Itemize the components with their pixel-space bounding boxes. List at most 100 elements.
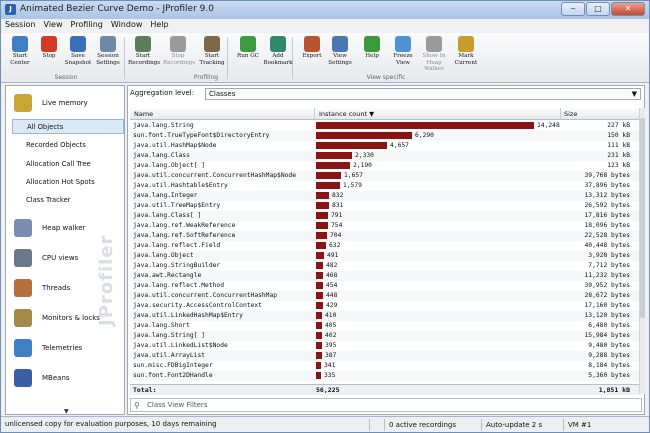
size-cell: 11,232 bytes bbox=[584, 272, 631, 279]
column-header-name[interactable]: Name bbox=[134, 110, 153, 118]
instance-count-cell: 468 bbox=[326, 272, 338, 279]
menu-profiling[interactable]: Profiling bbox=[67, 19, 107, 29]
vm-status: VM #1 bbox=[563, 419, 603, 431]
scrollbar-thumb[interactable] bbox=[640, 118, 645, 318]
stop-recordings-button[interactable]: Stop Recordings bbox=[163, 35, 196, 73]
table-row[interactable]: sun.font.TrueTypeFont$DirectoryEntry 6,29… bbox=[130, 131, 640, 141]
export-button[interactable]: Export bbox=[297, 35, 327, 73]
sidebar-item-allocation-hot-spots[interactable]: Allocation Hot Spots bbox=[12, 175, 124, 190]
table-row[interactable]: java.lang.reflect.Method 454 39,952 bytes bbox=[130, 281, 640, 291]
license-message: unlicensed copy for evaluation purposes,… bbox=[5, 420, 217, 428]
mark-current-icon bbox=[458, 36, 474, 52]
save-button[interactable]: Save Snapshot bbox=[63, 35, 93, 73]
table-row[interactable]: java.lang.ref.WeakReference 754 18,096 byt… bbox=[130, 221, 640, 231]
sidebar-section-cpu-views[interactable]: CPU views bbox=[6, 244, 124, 272]
table-row[interactable]: java.util.concurrent.ConcurrentHashMap 44… bbox=[130, 291, 640, 301]
sidebar-section-label: Threads bbox=[42, 284, 71, 292]
menu-help[interactable]: Help bbox=[146, 19, 172, 29]
instance-count-bar bbox=[316, 122, 534, 129]
table-row[interactable]: java.util.concurrent.ConcurrentHashMap$N… bbox=[130, 171, 640, 181]
table-row[interactable]: java.lang.String 14,248 227 kB bbox=[130, 121, 640, 131]
start-recordings-button[interactable]: Start Recordings bbox=[128, 35, 160, 73]
table-row[interactable]: java.util.ArrayList 387 9,288 bytes bbox=[130, 351, 640, 361]
add-bookmark-button[interactable]: Add Bookmark bbox=[263, 35, 293, 73]
start-tracking-button[interactable]: Start Tracking bbox=[197, 35, 227, 73]
session-settings-button[interactable]: Session Settings bbox=[93, 35, 123, 73]
table-row[interactable]: java.lang.Object 491 3,928 bytes bbox=[130, 251, 640, 261]
threads-icon bbox=[14, 279, 32, 297]
auto-update-status[interactable]: Auto-update 2 s bbox=[481, 419, 559, 431]
table-row[interactable]: java.awt.Rectangle 468 11,232 bytes bbox=[130, 271, 640, 281]
view-settings-button[interactable]: View Settings bbox=[325, 35, 355, 73]
table-row[interactable]: java.security.AccessControlContext 429 17,… bbox=[130, 301, 640, 311]
column-header-instance-count[interactable]: Instance count ▼ bbox=[319, 110, 374, 118]
table-row[interactable]: java.lang.reflect.Field 632 40,448 bytes bbox=[130, 241, 640, 251]
sidebar-item-recorded-objects[interactable]: Recorded Objects bbox=[12, 138, 124, 153]
sidebar-section-threads[interactable]: Threads bbox=[6, 274, 124, 302]
close-button[interactable]: ✕ bbox=[611, 2, 645, 16]
start-tracking-icon bbox=[204, 36, 220, 52]
table-scrollbar[interactable] bbox=[639, 108, 645, 394]
menu-session[interactable]: Session bbox=[1, 19, 40, 29]
size-cell: 26,592 bytes bbox=[584, 202, 631, 209]
table-row[interactable]: java.util.TreeMap$Entry 831 26,592 bytes bbox=[130, 201, 640, 211]
mark-current-button[interactable]: Mark Current bbox=[451, 35, 481, 73]
start-recordings-icon bbox=[135, 36, 151, 52]
instance-count-bar bbox=[316, 172, 341, 179]
sidebar-section-mbeans[interactable]: MBeans bbox=[6, 364, 124, 392]
total-size: 1,851 kB bbox=[598, 386, 630, 394]
table-row[interactable]: java.lang.Class 2,330 231 kB bbox=[130, 151, 640, 161]
start-center-icon bbox=[12, 36, 28, 52]
instance-count-bar bbox=[316, 132, 412, 139]
table-row[interactable]: java.lang.ref.SoftReference 704 22,528 byt… bbox=[130, 231, 640, 241]
column-divider[interactable] bbox=[314, 108, 315, 120]
table-row[interactable]: java.util.Hashtable$Entry 1,579 37,896 byt… bbox=[130, 181, 640, 191]
sidebar-section-telemetries[interactable]: Telemetries bbox=[6, 334, 124, 362]
start-center-button[interactable]: Start Center bbox=[5, 35, 35, 73]
toolbar-button-label: Start Tracking bbox=[199, 53, 225, 66]
table-row[interactable]: java.lang.StringBuilder 482 7,712 bytes bbox=[130, 261, 640, 271]
instance-count-cell: 6,290 bbox=[415, 132, 434, 139]
minimize-button[interactable]: ‒ bbox=[561, 2, 585, 16]
table-row[interactable]: sun.font.Font2DHandle 335 5,360 bytes bbox=[130, 371, 640, 381]
size-cell: 231 kB bbox=[607, 152, 630, 159]
menu-view[interactable]: View bbox=[40, 19, 67, 29]
stop-button[interactable]: Stop bbox=[34, 35, 64, 73]
sidebar-scroll-down-icon[interactable]: ▼ bbox=[64, 408, 69, 414]
sidebar-item-all-objects[interactable]: All Objects bbox=[12, 119, 124, 134]
sidebar-item-class-tracker[interactable]: Class Tracker bbox=[12, 193, 124, 208]
table-row[interactable]: java.lang.Class[ ] 791 17,816 bytes bbox=[130, 211, 640, 221]
view-settings-icon bbox=[332, 36, 348, 52]
help-button[interactable]: Help bbox=[357, 35, 387, 73]
sidebar-section-monitors-locks[interactable]: Monitors & locks bbox=[6, 304, 124, 332]
table-row[interactable]: java.lang.Integer 832 13,312 bytes bbox=[130, 191, 640, 201]
table-row[interactable]: java.lang.Object[ ] 2,190 123 kB bbox=[130, 161, 640, 171]
class-name-cell: java.util.ArrayList bbox=[133, 352, 206, 359]
sidebar-item-allocation-call-tree[interactable]: Allocation Call Tree bbox=[12, 157, 124, 172]
size-cell: 39,952 bytes bbox=[584, 282, 631, 289]
column-header-size[interactable]: Size bbox=[564, 110, 577, 118]
aggregation-level-select[interactable]: Classes ▼ bbox=[205, 88, 641, 100]
table-row[interactable]: java.lang.Short 405 6,480 bytes bbox=[130, 321, 640, 331]
sidebar-section-label: CPU views bbox=[42, 254, 79, 262]
table-row[interactable]: sun.misc.FDBigInteger 341 8,184 bytes bbox=[130, 361, 640, 371]
freeze-view-button[interactable]: Freeze View bbox=[388, 35, 418, 73]
class-name-cell: java.lang.StringBuilder bbox=[133, 262, 221, 269]
table-row[interactable]: java.util.LinkedList$Node 395 9,480 bytes bbox=[130, 341, 640, 351]
table-row[interactable]: java.lang.String[ ] 402 15,984 bytes bbox=[130, 331, 640, 341]
instance-count-bar bbox=[316, 362, 321, 369]
table-row[interactable]: java.util.HashMap$Node 4,657 111 kB bbox=[130, 141, 640, 151]
menu-window[interactable]: Window bbox=[107, 19, 147, 29]
class-view-filter-input[interactable]: ⚲ Class View Filters bbox=[130, 398, 642, 412]
run-gc-button[interactable]: Run GC bbox=[233, 35, 263, 73]
size-cell: 227 kB bbox=[607, 122, 630, 129]
table-row[interactable]: java.util.LinkedHashMap$Entry 410 13,120 b… bbox=[130, 311, 640, 321]
size-cell: 150 kB bbox=[607, 132, 630, 139]
sidebar-section-heap-walker[interactable]: Heap walker bbox=[6, 214, 124, 242]
maximize-button[interactable]: □ bbox=[586, 2, 610, 16]
sidebar-section-live-memory[interactable]: Live memory bbox=[6, 89, 124, 117]
show-heap-walker-button[interactable]: Show In Heap Walker bbox=[419, 35, 449, 73]
toolbar-button-label: Stop Recordings bbox=[163, 53, 196, 66]
column-divider[interactable] bbox=[560, 108, 561, 120]
class-name-cell: java.lang.Short bbox=[133, 322, 190, 329]
